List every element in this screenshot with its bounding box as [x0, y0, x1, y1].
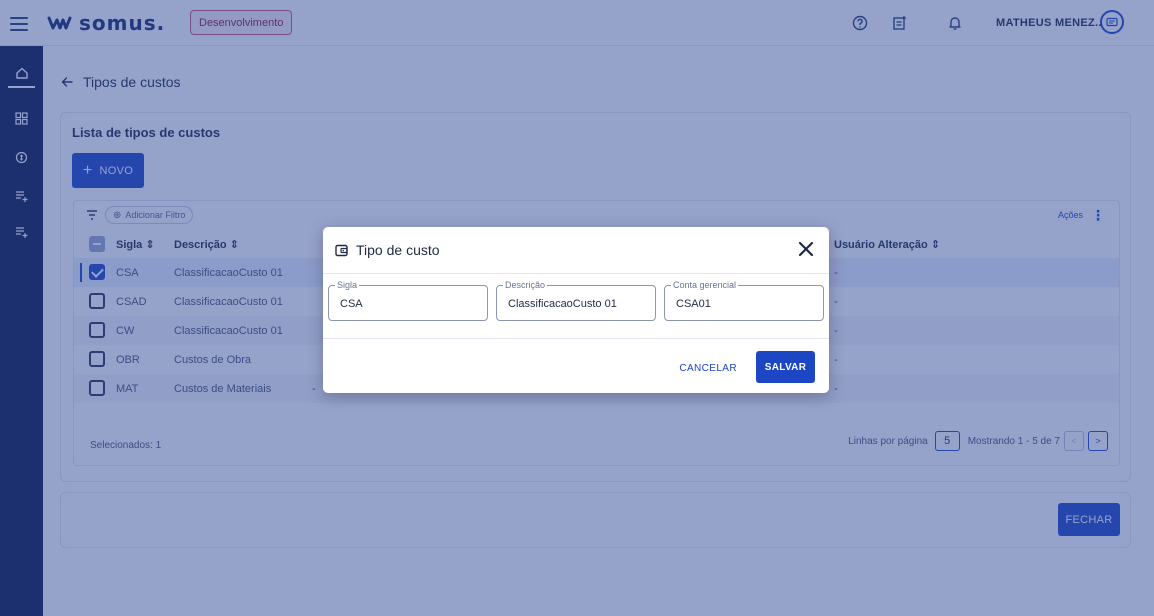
dialog-title: Tipo de custo [335, 242, 440, 258]
descricao-field[interactable]: Descrição ClassificacaoCusto 01 [496, 279, 656, 321]
descricao-label: Descrição [503, 279, 548, 291]
save-button[interactable]: SALVAR [756, 351, 815, 383]
dialog-title-text: Tipo de custo [356, 242, 440, 258]
sigla-field[interactable]: Sigla CSA [328, 279, 488, 321]
wallet-icon [335, 244, 348, 256]
sigla-label: Sigla [335, 279, 360, 291]
close-icon[interactable] [797, 240, 815, 258]
conta-gerencial-field[interactable]: Conta gerencial CSA01 [664, 279, 824, 321]
dialog-actions: CANCELAR SALVAR [323, 338, 829, 393]
sigla-value: CSA [340, 298, 363, 310]
cost-type-dialog: Tipo de custo Sigla CSA Descrição Classi… [323, 227, 829, 393]
conta-gerencial-label: Conta gerencial [671, 279, 739, 291]
conta-gerencial-value: CSA01 [676, 298, 711, 310]
cancel-button[interactable]: CANCELAR [679, 353, 737, 383]
dialog-header: Tipo de custo [323, 227, 829, 274]
descricao-value: ClassificacaoCusto 01 [508, 298, 617, 310]
